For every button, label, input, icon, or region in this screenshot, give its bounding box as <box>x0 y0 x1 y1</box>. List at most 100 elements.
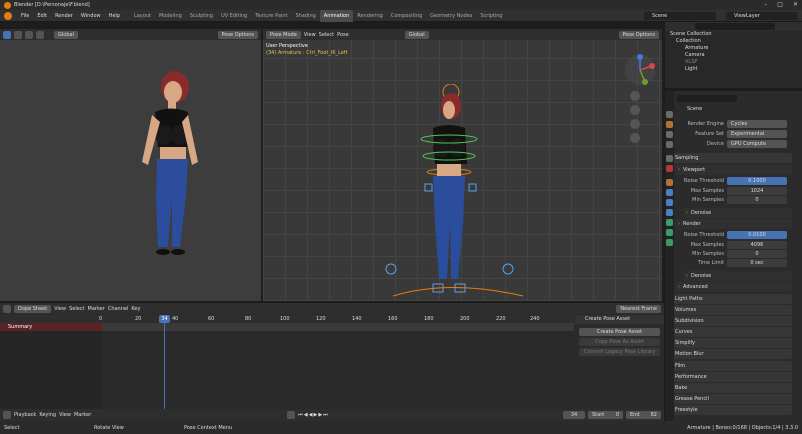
section-light-paths[interactable]: Light Paths <box>667 294 792 304</box>
end-frame-field[interactable]: End 82 <box>626 411 661 419</box>
menu-pose[interactable]: Pose <box>337 31 349 39</box>
maximize-icon[interactable]: □ <box>777 1 783 8</box>
section-subdivision[interactable]: Subdivision <box>667 316 792 326</box>
menu-help[interactable]: Help <box>105 10 124 22</box>
section-motion-blur[interactable]: Motion Blur <box>667 349 792 359</box>
pan-hand-icon[interactable] <box>630 105 640 115</box>
pose-library-header[interactable]: Create Pose Asset <box>575 315 664 324</box>
device-dropdown[interactable]: GPU Compute <box>727 140 787 148</box>
modifier-tab-icon[interactable] <box>666 189 673 196</box>
convert-legacy-button[interactable]: Convert Legacy Pose Library <box>579 348 660 356</box>
section-simplify[interactable]: Simplify <box>667 338 792 348</box>
tab-scripting[interactable]: Scripting <box>476 10 506 22</box>
start-frame-field[interactable]: Start 0 <box>588 411 623 419</box>
menu-edit[interactable]: Edit <box>33 10 51 22</box>
pose-mode-icon[interactable] <box>3 30 11 39</box>
close-icon[interactable]: ✕ <box>793 1 798 8</box>
tab-rendering[interactable]: Rendering <box>353 10 387 22</box>
output-tab-icon[interactable] <box>666 131 673 138</box>
tool-tab-icon[interactable] <box>666 111 673 118</box>
copy-pose-asset-button[interactable]: Copy Pose As Asset <box>579 338 660 346</box>
outliner-item[interactable]: Armature <box>665 45 802 52</box>
outliner-item[interactable]: Collection <box>665 38 802 45</box>
tab-animation[interactable]: Animation <box>319 9 354 22</box>
object-tab-icon[interactable] <box>666 179 673 186</box>
section-volumes[interactable]: Volumes <box>667 305 792 315</box>
world-tab-icon[interactable] <box>666 165 673 172</box>
section-advanced[interactable]: Advanced <box>675 282 792 292</box>
render-tab-icon[interactable] <box>666 121 673 128</box>
tab-texture-paint[interactable]: Texture Paint <box>251 10 291 22</box>
menu-view[interactable]: View <box>304 31 316 39</box>
scene-selector[interactable]: Scene <box>644 12 716 20</box>
render-noise-threshold[interactable]: 0.0100 <box>727 231 787 239</box>
data-tab-icon[interactable] <box>666 229 673 236</box>
overlay-icon[interactable] <box>14 30 22 39</box>
dope-menu-marker[interactable]: Marker <box>88 305 105 313</box>
tab-shading[interactable]: Shading <box>291 10 319 22</box>
zoom-icon[interactable] <box>630 91 640 101</box>
viewport-noise-threshold[interactable]: 0.1000 <box>727 177 787 185</box>
menu-render[interactable]: Render <box>51 10 77 22</box>
camera-view-icon[interactable] <box>630 119 640 129</box>
section-grease-pencil[interactable]: Grease Pencil <box>667 394 792 404</box>
navigation-gizmo[interactable] <box>623 53 657 87</box>
menu-window[interactable]: Window <box>77 10 105 22</box>
menu-file[interactable]: File <box>17 10 33 22</box>
timeline-menu-marker[interactable]: Marker <box>74 411 91 419</box>
section-viewport[interactable]: Viewport <box>675 165 792 175</box>
viewport-denoise[interactable]: Denoise <box>683 208 792 218</box>
section-freestyle[interactable]: Freestyle <box>667 405 792 415</box>
grid-toggle-icon[interactable] <box>630 133 640 143</box>
section-sampling[interactable]: Sampling <box>667 153 792 163</box>
render-engine-dropdown[interactable]: Cycles <box>727 120 787 128</box>
snap-dropdown[interactable]: Nearest Frame <box>616 304 661 313</box>
outliner-search[interactable] <box>695 23 775 30</box>
section-render[interactable]: Render <box>675 219 792 229</box>
create-pose-asset-button[interactable]: Create Pose Asset <box>579 328 660 336</box>
outliner-item[interactable]: Light <box>665 66 802 73</box>
menu-select[interactable]: Select <box>319 31 334 39</box>
tab-sculpting[interactable]: Sculpting <box>186 10 217 22</box>
main-viewport[interactable]: Pose Mode View Select Pose Global Pose O… <box>263 29 662 301</box>
section-film[interactable]: Film <box>667 361 792 371</box>
tab-modeling[interactable]: Modeling <box>155 10 186 22</box>
particles-tab-icon[interactable] <box>666 199 673 206</box>
properties-search[interactable] <box>677 95 737 102</box>
dope-menu-channel[interactable]: Channel <box>108 305 129 313</box>
render-min-samples[interactable]: 0 <box>727 250 787 258</box>
outliner-item[interactable]: Camera <box>665 52 802 59</box>
gizmo-icon[interactable] <box>25 30 33 39</box>
camera-viewport[interactable]: Global Pose Options <box>0 29 261 301</box>
dope-menu-select[interactable]: Select <box>69 305 84 313</box>
section-performance[interactable]: Performance <box>667 372 792 382</box>
bone-tab-icon[interactable] <box>666 239 673 246</box>
section-curves[interactable]: Curves <box>667 327 792 337</box>
record-icon[interactable] <box>287 411 296 419</box>
tab-geometry-nodes[interactable]: Geometry Nodes <box>426 10 476 22</box>
timeline-menu-view[interactable]: View <box>59 411 71 419</box>
render-denoise[interactable]: Denoise <box>683 271 792 281</box>
physics-tab-icon[interactable] <box>666 209 673 216</box>
outliner-item[interactable]: VLSP <box>665 59 802 66</box>
frame-ruler[interactable]: 0 20 40 60 80 100 120 140 160 180 200 22… <box>0 315 574 323</box>
constraints-tab-icon[interactable] <box>666 219 673 226</box>
current-frame-field[interactable]: 34 <box>563 411 585 419</box>
outliner-scene-collection[interactable]: Scene Collection <box>665 31 802 38</box>
orientation-dropdown[interactable]: Global <box>404 30 429 39</box>
dope-menu-key[interactable]: Key <box>131 305 140 313</box>
dope-menu-view[interactable]: View <box>54 305 66 313</box>
tab-uv-editing[interactable]: UV Editing <box>217 10 251 22</box>
tab-compositing[interactable]: Compositing <box>387 10 426 22</box>
mode-dropdown[interactable]: Pose Mode <box>266 30 301 39</box>
left-pose-options[interactable]: Pose Options <box>217 30 258 39</box>
minimize-icon[interactable]: – <box>764 1 767 8</box>
summary-channel[interactable]: Summary <box>0 323 102 331</box>
tab-layout[interactable]: Layout <box>130 10 155 22</box>
viewport-max-samples[interactable]: 1024 <box>727 187 787 195</box>
editor-type-icon[interactable] <box>3 304 11 313</box>
scene-tab-icon[interactable] <box>666 155 673 162</box>
playhead-frame[interactable]: 34 <box>159 315 170 323</box>
render-time-limit[interactable]: 0 sec <box>727 259 787 267</box>
render-max-samples[interactable]: 4096 <box>727 241 787 249</box>
